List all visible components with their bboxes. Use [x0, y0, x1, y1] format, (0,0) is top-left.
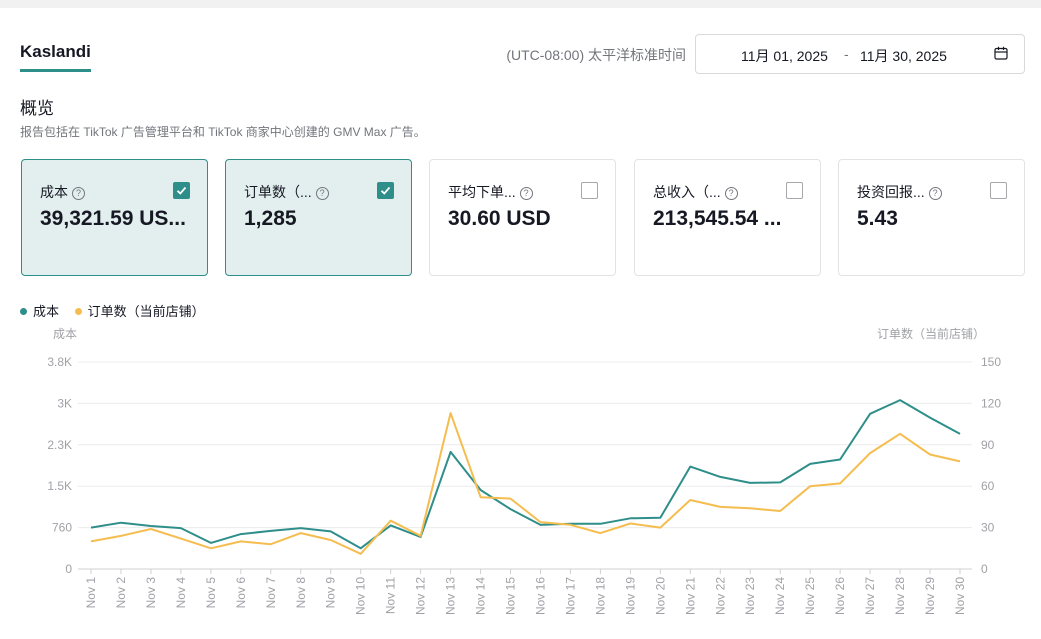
metric-label: 订单数（...	[244, 184, 312, 200]
y-left-tick-label: 3.8K	[47, 355, 72, 369]
x-tick-label: Nov 19	[623, 577, 637, 615]
help-icon[interactable]: ?	[928, 187, 942, 200]
metric-checkbox[interactable]	[786, 182, 803, 199]
help-icon[interactable]: ?	[519, 187, 533, 200]
date-range-picker[interactable]: 11月 01, 2025 - 11月 30, 2025	[695, 34, 1025, 74]
metric-value: 213,545.54 ...	[653, 207, 782, 230]
checkmark-icon	[176, 186, 187, 195]
y-left-tick-label: 3K	[57, 396, 72, 410]
legend-item-cost[interactable]: 成本	[20, 304, 59, 319]
x-tick-label: Nov 18	[593, 577, 607, 615]
y-left-tick-label: 1.5K	[47, 479, 72, 493]
y-right-tick-label: 120	[981, 396, 1001, 410]
metric-card-cost[interactable]: 成本? 39,321.59 US...	[21, 159, 208, 276]
help-icon[interactable]: ?	[315, 187, 329, 200]
x-tick-label: Nov 1	[84, 577, 98, 609]
metric-label-wrap: 总收入（...?	[653, 182, 738, 202]
line-chart: 0 0 760 30 1.5K 60 2.3K 90 3K 120 3.8K 150 Nov 1 Nov …	[47, 355, 1001, 615]
y-right-tick-label: 30	[981, 521, 995, 535]
series-line-orders	[90, 412, 961, 555]
x-tick-label: Nov 22	[713, 577, 727, 615]
x-tick-label: Nov 12	[414, 577, 428, 615]
x-tick-label: Nov 8	[294, 577, 308, 609]
legend-dot-icon	[74, 308, 82, 315]
x-tick-label: Nov 14	[474, 577, 488, 615]
metric-card-roi[interactable]: 投资回报...? 5.43	[838, 159, 1025, 276]
legend-dot-icon	[20, 308, 27, 315]
legend-item-orders[interactable]: 订单数（当前店铺）	[74, 304, 205, 319]
overview-description: 报告包括在 TikTok 广告管理平台和 TikTok 商家中心创建的 GMV …	[20, 125, 426, 139]
metric-label-wrap: 成本?	[40, 182, 85, 202]
x-tick-label: Nov 20	[653, 577, 667, 615]
x-tick-label: Nov 28	[893, 577, 907, 615]
y-right-tick-label: 60	[981, 479, 995, 493]
help-icon[interactable]: ?	[72, 187, 85, 200]
x-tick-label: Nov 13	[444, 577, 458, 615]
metric-value: 5.43	[857, 207, 898, 230]
y-right-tick-label: 150	[981, 355, 1001, 369]
metric-label: 成本	[40, 184, 68, 200]
date-end: 11月 30, 2025	[860, 48, 947, 64]
overview-title: 概览	[20, 99, 54, 118]
x-tick-label: Nov 25	[803, 577, 817, 615]
series-line-cost	[90, 399, 961, 550]
metric-checkbox[interactable]	[173, 182, 190, 199]
active-tab-indicator	[20, 69, 91, 72]
metric-value: 39,321.59 US...	[40, 207, 186, 230]
x-tick-label: Nov 26	[833, 577, 847, 615]
x-tick-label: Nov 24	[773, 577, 787, 615]
date-start: 11月 01, 2025	[741, 48, 828, 64]
x-tick-label: Nov 17	[563, 577, 577, 615]
x-tick-label: Nov 15	[504, 577, 518, 615]
y-left-tick-label: 760	[52, 521, 72, 535]
metric-checkbox[interactable]	[990, 182, 1007, 199]
metric-label-wrap: 平均下单...?	[448, 182, 533, 202]
calendar-icon[interactable]	[994, 46, 1008, 60]
help-icon[interactable]: ?	[724, 187, 738, 200]
x-tick-label: Nov 27	[863, 577, 877, 615]
metric-checkbox[interactable]	[581, 182, 598, 199]
metric-label: 投资回报...	[857, 184, 925, 200]
x-tick-label: Nov 21	[683, 577, 697, 615]
metric-checkbox[interactable]	[377, 182, 394, 199]
y-right-tick-label: 90	[981, 438, 995, 452]
date-separator: -	[844, 46, 849, 62]
x-tick-label: Nov 11	[384, 577, 398, 614]
x-tick-label: Nov 30	[953, 577, 967, 615]
x-tick-label: Nov 5	[204, 577, 218, 609]
checkmark-icon	[380, 186, 391, 195]
x-tick-label: Nov 2	[114, 577, 128, 609]
legend-label: 订单数（当前店铺）	[87, 304, 205, 319]
x-tick-label: Nov 7	[264, 577, 278, 609]
metric-card-orders[interactable]: 订单数（...? 1,285	[225, 159, 412, 276]
x-tick-label: Nov 29	[923, 577, 937, 615]
metric-label: 总收入（...	[653, 184, 721, 200]
metric-card-revenue[interactable]: 总收入（...? 213,545.54 ...	[634, 159, 821, 276]
x-tick-label: Nov 4	[174, 577, 188, 609]
x-tick-label: Nov 10	[354, 577, 368, 615]
metric-label: 平均下单...	[448, 184, 516, 200]
metric-card-avg-order[interactable]: 平均下单...? 30.60 USD	[429, 159, 616, 276]
top-band	[0, 0, 1041, 8]
timezone-label: (UTC-08:00) 太平洋标准时间	[506, 47, 686, 63]
chart-legend: 成本 订单数（当前店铺）	[20, 301, 205, 320]
metric-label-wrap: 订单数（...?	[244, 182, 329, 202]
x-tick-label: Nov 3	[144, 577, 158, 609]
x-tick-label: Nov 16	[533, 577, 547, 615]
legend-label: 成本	[33, 304, 60, 319]
metric-value: 30.60 USD	[448, 207, 551, 230]
y-right-tick-label: 0	[981, 562, 988, 576]
y-left-tick-label: 2.3K	[47, 438, 72, 452]
tab-kaslandi[interactable]: Kaslandi	[20, 42, 91, 62]
y-left-tick-label: 0	[65, 562, 72, 576]
x-tick-label: Nov 6	[234, 577, 248, 609]
metric-value: 1,285	[244, 207, 297, 230]
metric-label-wrap: 投资回报...?	[857, 182, 942, 202]
x-tick-label: Nov 9	[324, 577, 338, 609]
x-tick-label: Nov 23	[743, 577, 757, 615]
